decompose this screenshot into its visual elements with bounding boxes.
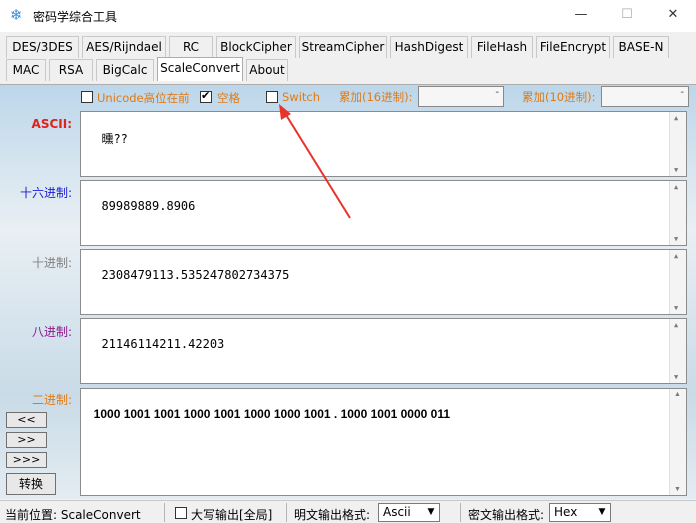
minimize-button[interactable]: —	[558, 0, 604, 30]
bin-label: 二进制:	[31, 393, 72, 407]
tab-about[interactable]: About	[246, 59, 288, 81]
tab-filehash[interactable]: FileHash	[471, 36, 533, 58]
chevron-down-icon: ▼	[598, 507, 606, 517]
unicode-high-first-checkbox[interactable]	[81, 91, 93, 103]
plain-format-value: Ascii	[383, 505, 411, 519]
title-bar: ❄ 密码学综合工具 — ☐ ✕	[0, 0, 696, 32]
hex-value: 89989889.8906	[101, 199, 196, 213]
tab-streamcipher[interactable]: StreamCipher	[299, 36, 387, 58]
oct-value: 21146114211.42203	[101, 337, 225, 351]
shift-left-button[interactable]: <<	[6, 412, 47, 428]
shift-right3-button[interactable]: >>>	[6, 452, 47, 468]
tab-rc[interactable]: RC	[169, 36, 213, 58]
tab-scaleconvert[interactable]: ScaleConvert	[157, 57, 243, 81]
convert-button[interactable]: 转换	[6, 473, 56, 495]
cipher-format-select[interactable]: Hex ▼	[549, 503, 611, 522]
switch-label: Switch	[282, 90, 321, 104]
plain-format-label: 明文输出格式:	[294, 508, 371, 522]
oct-label: 八进制:	[31, 325, 72, 339]
divider	[460, 503, 461, 522]
hex-label: 十六进制:	[19, 186, 72, 200]
uppercase-checkbox[interactable]	[175, 507, 187, 519]
tab-bigcalc[interactable]: BigCalc	[96, 59, 154, 81]
ascii-textarea[interactable]: 曛??	[80, 111, 687, 177]
spin-icon: -	[495, 87, 499, 98]
scrollbar[interactable]	[669, 389, 686, 495]
scrollbar[interactable]	[669, 319, 686, 383]
accumulate-hex-field[interactable]: -	[418, 86, 504, 107]
space-checkbox[interactable]	[200, 89, 212, 103]
scrollbar[interactable]	[669, 250, 686, 314]
tab-aes[interactable]: AES/Rijndael	[82, 36, 166, 58]
oct-textarea[interactable]: 21146114211.42203	[80, 318, 687, 384]
scrollbar[interactable]	[669, 112, 686, 176]
current-position: 当前位置: ScaleConvert	[5, 508, 141, 522]
snowflake-icon: ❄	[10, 6, 23, 24]
shift-right-button[interactable]: >>	[6, 432, 47, 448]
divider	[286, 503, 287, 522]
dec-textarea[interactable]: 2308479113.535247802734375	[80, 249, 687, 315]
tab-strip: DES/3DES AES/Rijndael RC BlockCipher Str…	[0, 32, 696, 84]
uppercase-label: 大写输出[全局]	[191, 508, 273, 522]
status-bar: 当前位置: ScaleConvert 大写输出[全局] 明文输出格式: Asci…	[0, 500, 696, 523]
tab-base-n[interactable]: BASE-N	[613, 36, 669, 58]
tab-des[interactable]: DES/3DES	[6, 36, 79, 58]
dec-label: 十进制:	[31, 256, 72, 270]
accumulate-dec-label: 累加(10进制):	[522, 90, 596, 104]
ascii-label: ASCII:	[31, 117, 72, 131]
scrollbar[interactable]	[669, 181, 686, 245]
close-button[interactable]: ✕	[650, 0, 696, 30]
chevron-down-icon: ▼	[427, 507, 435, 517]
accumulate-dec-field[interactable]: -	[601, 86, 689, 107]
cipher-format-value: Hex	[554, 505, 578, 519]
accumulate-hex-label: 累加(16进制):	[339, 90, 413, 104]
cipher-format-label: 密文输出格式:	[468, 508, 545, 522]
ascii-value: 曛??	[101, 132, 128, 146]
tab-hashdigest[interactable]: HashDigest	[390, 36, 468, 58]
dec-value: 2308479113.535247802734375	[101, 268, 290, 282]
maximize-button[interactable]: ☐	[604, 0, 650, 30]
bin-value: 1000 1001 1001 1000 1001 1000 1000 1001 …	[93, 407, 451, 421]
window-title: 密码学综合工具	[33, 10, 118, 24]
divider	[164, 503, 165, 522]
plain-format-select[interactable]: Ascii ▼	[378, 503, 440, 522]
switch-checkbox[interactable]	[266, 91, 278, 103]
bin-textarea[interactable]: 1000 1001 1001 1000 1001 1000 1000 1001 …	[80, 388, 687, 496]
tab-rsa[interactable]: RSA	[49, 59, 93, 81]
unicode-high-first-label: Unicode高位在前	[97, 91, 190, 105]
tab-blockcipher[interactable]: BlockCipher	[216, 36, 296, 58]
space-label: 空格	[217, 91, 240, 105]
tab-mac[interactable]: MAC	[6, 59, 46, 81]
hex-textarea[interactable]: 89989889.8906	[80, 180, 687, 246]
spin-icon: -	[680, 87, 684, 98]
tab-fileencrypt[interactable]: FileEncrypt	[536, 36, 610, 58]
